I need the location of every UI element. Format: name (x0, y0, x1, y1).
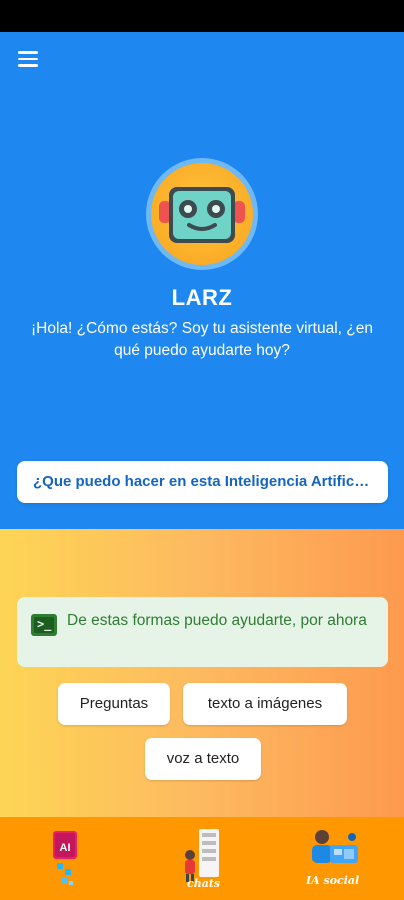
greeting-text: ¡Hola! ¿Cómo estás? Soy tu asistente vir… (30, 320, 373, 359)
social-icon (312, 830, 358, 863)
bottom-nav: AI chats IA social (0, 817, 404, 900)
status-bar (0, 0, 404, 32)
ai-badge-text: AI (60, 842, 71, 854)
nav-social-label: IA social (306, 874, 360, 887)
capabilities-question-button[interactable]: ¿Que puedo hacer en esta Inteligencia Ar… (17, 461, 388, 503)
info-text: De estas formas puedo ayudarte, por ahor… (67, 612, 367, 629)
nav-social[interactable]: IA social (300, 817, 372, 900)
robot-icon (159, 187, 245, 243)
info-card: >_ De estas formas puedo ayudarte, por a… (17, 597, 388, 667)
nav-chats-label: chats (187, 877, 221, 890)
bot-avatar (146, 158, 258, 270)
voice-to-text-button[interactable]: voz a texto (145, 738, 261, 780)
menu-icon[interactable] (18, 51, 40, 69)
nav-ai[interactable]: AI (40, 817, 90, 900)
nav-chats[interactable]: chats (175, 817, 231, 900)
preguntas-button[interactable]: Preguntas (58, 683, 170, 725)
terminal-icon: >_ (31, 614, 57, 636)
options-area: >_ De estas formas puedo ayudarte, por a… (0, 529, 404, 817)
text-to-image-button[interactable]: texto a imágenes (183, 683, 347, 725)
hero-section: LARZ ¡Hola! ¿Cómo estás? Soy tu asistent… (0, 32, 404, 529)
ai-icon: AI (53, 831, 77, 885)
bot-name: LARZ (171, 285, 233, 310)
